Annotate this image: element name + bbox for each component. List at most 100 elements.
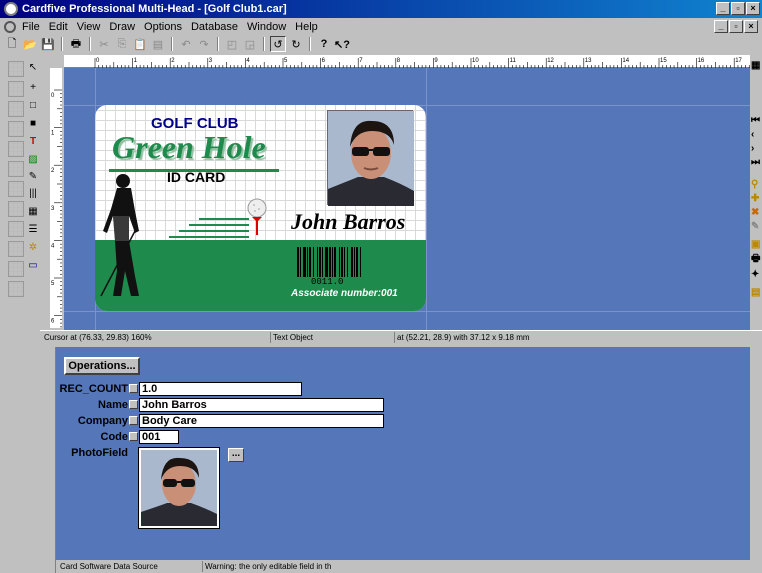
- rec-count-field[interactable]: 1.0: [139, 382, 302, 396]
- paste-icon[interactable]: 📋: [132, 36, 148, 52]
- first-record-icon[interactable]: ⏮: [751, 115, 762, 126]
- menu-file[interactable]: File: [22, 21, 40, 33]
- grid-icon[interactable]: [8, 81, 24, 97]
- barcode[interactable]: [295, 247, 385, 277]
- grid-icon[interactable]: [8, 261, 24, 277]
- 2d-barcode-tool-icon[interactable]: ▦: [25, 203, 41, 219]
- save-record-icon[interactable]: ▣: [751, 239, 762, 250]
- cut-icon[interactable]: ✂: [96, 36, 112, 52]
- paste-special-icon[interactable]: ▤: [150, 36, 166, 52]
- delete-record-icon[interactable]: ✖: [751, 207, 762, 218]
- ruler-label: 13: [585, 58, 592, 64]
- grid-icon[interactable]: [8, 201, 24, 217]
- grid-icon[interactable]: [8, 241, 24, 257]
- undo-icon[interactable]: ↶: [178, 36, 194, 52]
- associate-number[interactable]: Associate number:001: [291, 288, 398, 299]
- card-holder-name[interactable]: John Barros: [291, 209, 405, 235]
- document-icon[interactable]: [4, 20, 16, 33]
- tool-icon[interactable]: ✦: [751, 269, 762, 280]
- ruler-label: 0: [96, 58, 100, 64]
- context-help-icon[interactable]: ↖?: [334, 36, 350, 52]
- pointer-tool-icon[interactable]: ↖: [25, 59, 41, 75]
- line-tool-icon[interactable]: +: [25, 79, 41, 95]
- grid-icon[interactable]: [8, 141, 24, 157]
- doc-close-button[interactable]: ×: [744, 20, 758, 33]
- magstripe-tool-icon[interactable]: ☰: [25, 221, 41, 237]
- horizontal-ruler: 0 1 2 3 4 5 6 7 8 9 10 11 12 13 14 15 16 17: [64, 55, 750, 68]
- report-icon[interactable]: ▤: [751, 287, 762, 298]
- card-logo-text[interactable]: Green Hole: [112, 129, 266, 166]
- rotate-right-icon[interactable]: ↻: [288, 36, 304, 52]
- ruler-label: 4: [246, 58, 250, 64]
- browse-photo-button[interactable]: ...: [228, 448, 244, 462]
- status-cursor: Cursor at (76.33, 29.83) 160%: [44, 333, 152, 342]
- photo-field[interactable]: [138, 447, 220, 529]
- ruler-label: 12: [547, 58, 554, 64]
- doc-restore-button[interactable]: ▫: [729, 20, 743, 33]
- company-field[interactable]: Body Care: [139, 414, 384, 428]
- barcode-tool-icon[interactable]: |||: [25, 185, 41, 201]
- ruler-label: 5: [284, 58, 288, 64]
- tool-strip: ↖ + □ ■ T ▨ ✎ ||| ▦ ☰ ✲ ▭: [0, 55, 40, 573]
- last-record-icon[interactable]: ⏭: [751, 157, 762, 168]
- right-tool-strip: ▦ ⏮ ‹ › ⏭ ⚲ ✚ ✖ ✎ ▣ 🖶 ✦ ▤: [750, 55, 762, 330]
- field-label-name: Name: [98, 399, 128, 411]
- open-folder-icon[interactable]: 📂: [22, 36, 38, 52]
- grid-icon[interactable]: [8, 121, 24, 137]
- rectangle-tool-icon[interactable]: □: [25, 97, 41, 113]
- redo-icon[interactable]: ↷: [196, 36, 212, 52]
- data-panel: Operations... REC_COUNT 1.0 Name John Ba…: [56, 347, 750, 560]
- grid-icon[interactable]: [8, 161, 24, 177]
- menu-options[interactable]: Options: [144, 21, 182, 33]
- code-field[interactable]: 001: [139, 430, 179, 444]
- filled-rect-tool-icon[interactable]: ■: [25, 115, 41, 131]
- menu-view[interactable]: View: [77, 21, 101, 33]
- grid-icon[interactable]: ▦: [751, 60, 762, 71]
- image-tool-icon[interactable]: ▨: [25, 151, 41, 167]
- grid-icon[interactable]: [8, 221, 24, 237]
- bring-front-icon[interactable]: ◰: [224, 36, 240, 52]
- doc-minimize-button[interactable]: _: [714, 20, 728, 33]
- field-toggle-code[interactable]: [129, 432, 138, 441]
- help-icon[interactable]: ?: [316, 36, 332, 52]
- field-toggle-company[interactable]: [129, 416, 138, 425]
- close-button[interactable]: ×: [746, 2, 760, 15]
- grid-icon[interactable]: [8, 281, 24, 297]
- print-icon[interactable]: 🖶: [68, 36, 84, 52]
- text-tool-icon[interactable]: T: [25, 133, 41, 149]
- name-field[interactable]: John Barros: [139, 398, 384, 412]
- send-back-icon[interactable]: ◲: [242, 36, 258, 52]
- photo-tool-icon[interactable]: ✎: [25, 168, 41, 184]
- menu-database[interactable]: Database: [191, 21, 238, 33]
- menu-help[interactable]: Help: [295, 21, 318, 33]
- next-record-icon[interactable]: ›: [751, 143, 762, 154]
- grid-icon[interactable]: [8, 61, 24, 77]
- grid-icon[interactable]: [8, 181, 24, 197]
- operations-button[interactable]: Operations...: [64, 357, 140, 375]
- search-record-icon[interactable]: ⚲: [751, 179, 762, 190]
- rotate-left-icon[interactable]: ↺: [270, 36, 286, 52]
- add-record-icon[interactable]: ✚: [751, 193, 762, 204]
- new-file-icon[interactable]: 🗋: [4, 36, 20, 52]
- menu-edit[interactable]: Edit: [49, 21, 68, 33]
- field-label-company: Company: [77, 415, 128, 427]
- panel-splitter[interactable]: [40, 347, 56, 573]
- minimize-button[interactable]: _: [716, 2, 730, 15]
- edit-record-icon[interactable]: ✎: [751, 221, 762, 232]
- card-photo[interactable]: [327, 110, 414, 206]
- field-toggle-rec-count[interactable]: [129, 384, 138, 393]
- print-card-icon[interactable]: 🖶: [751, 253, 762, 264]
- copy-icon[interactable]: ⎘: [114, 36, 130, 52]
- grid-icon[interactable]: [8, 101, 24, 117]
- menu-draw[interactable]: Draw: [109, 21, 135, 33]
- menu-window[interactable]: Window: [247, 21, 286, 33]
- save-icon[interactable]: 💾: [40, 36, 56, 52]
- id-card[interactable]: GOLF CLUB Green Hole ID CARD John Barros…: [95, 105, 426, 311]
- chip-tool-icon[interactable]: ✲: [25, 239, 41, 255]
- design-canvas[interactable]: GOLF CLUB Green Hole ID CARD John Barros…: [64, 68, 750, 330]
- field-toggle-name[interactable]: [129, 400, 138, 409]
- maximize-button[interactable]: ▫: [731, 2, 745, 15]
- field-tool-icon[interactable]: ▭: [25, 257, 41, 273]
- prev-record-icon[interactable]: ‹: [751, 129, 762, 140]
- card-type-label[interactable]: ID CARD: [167, 169, 225, 185]
